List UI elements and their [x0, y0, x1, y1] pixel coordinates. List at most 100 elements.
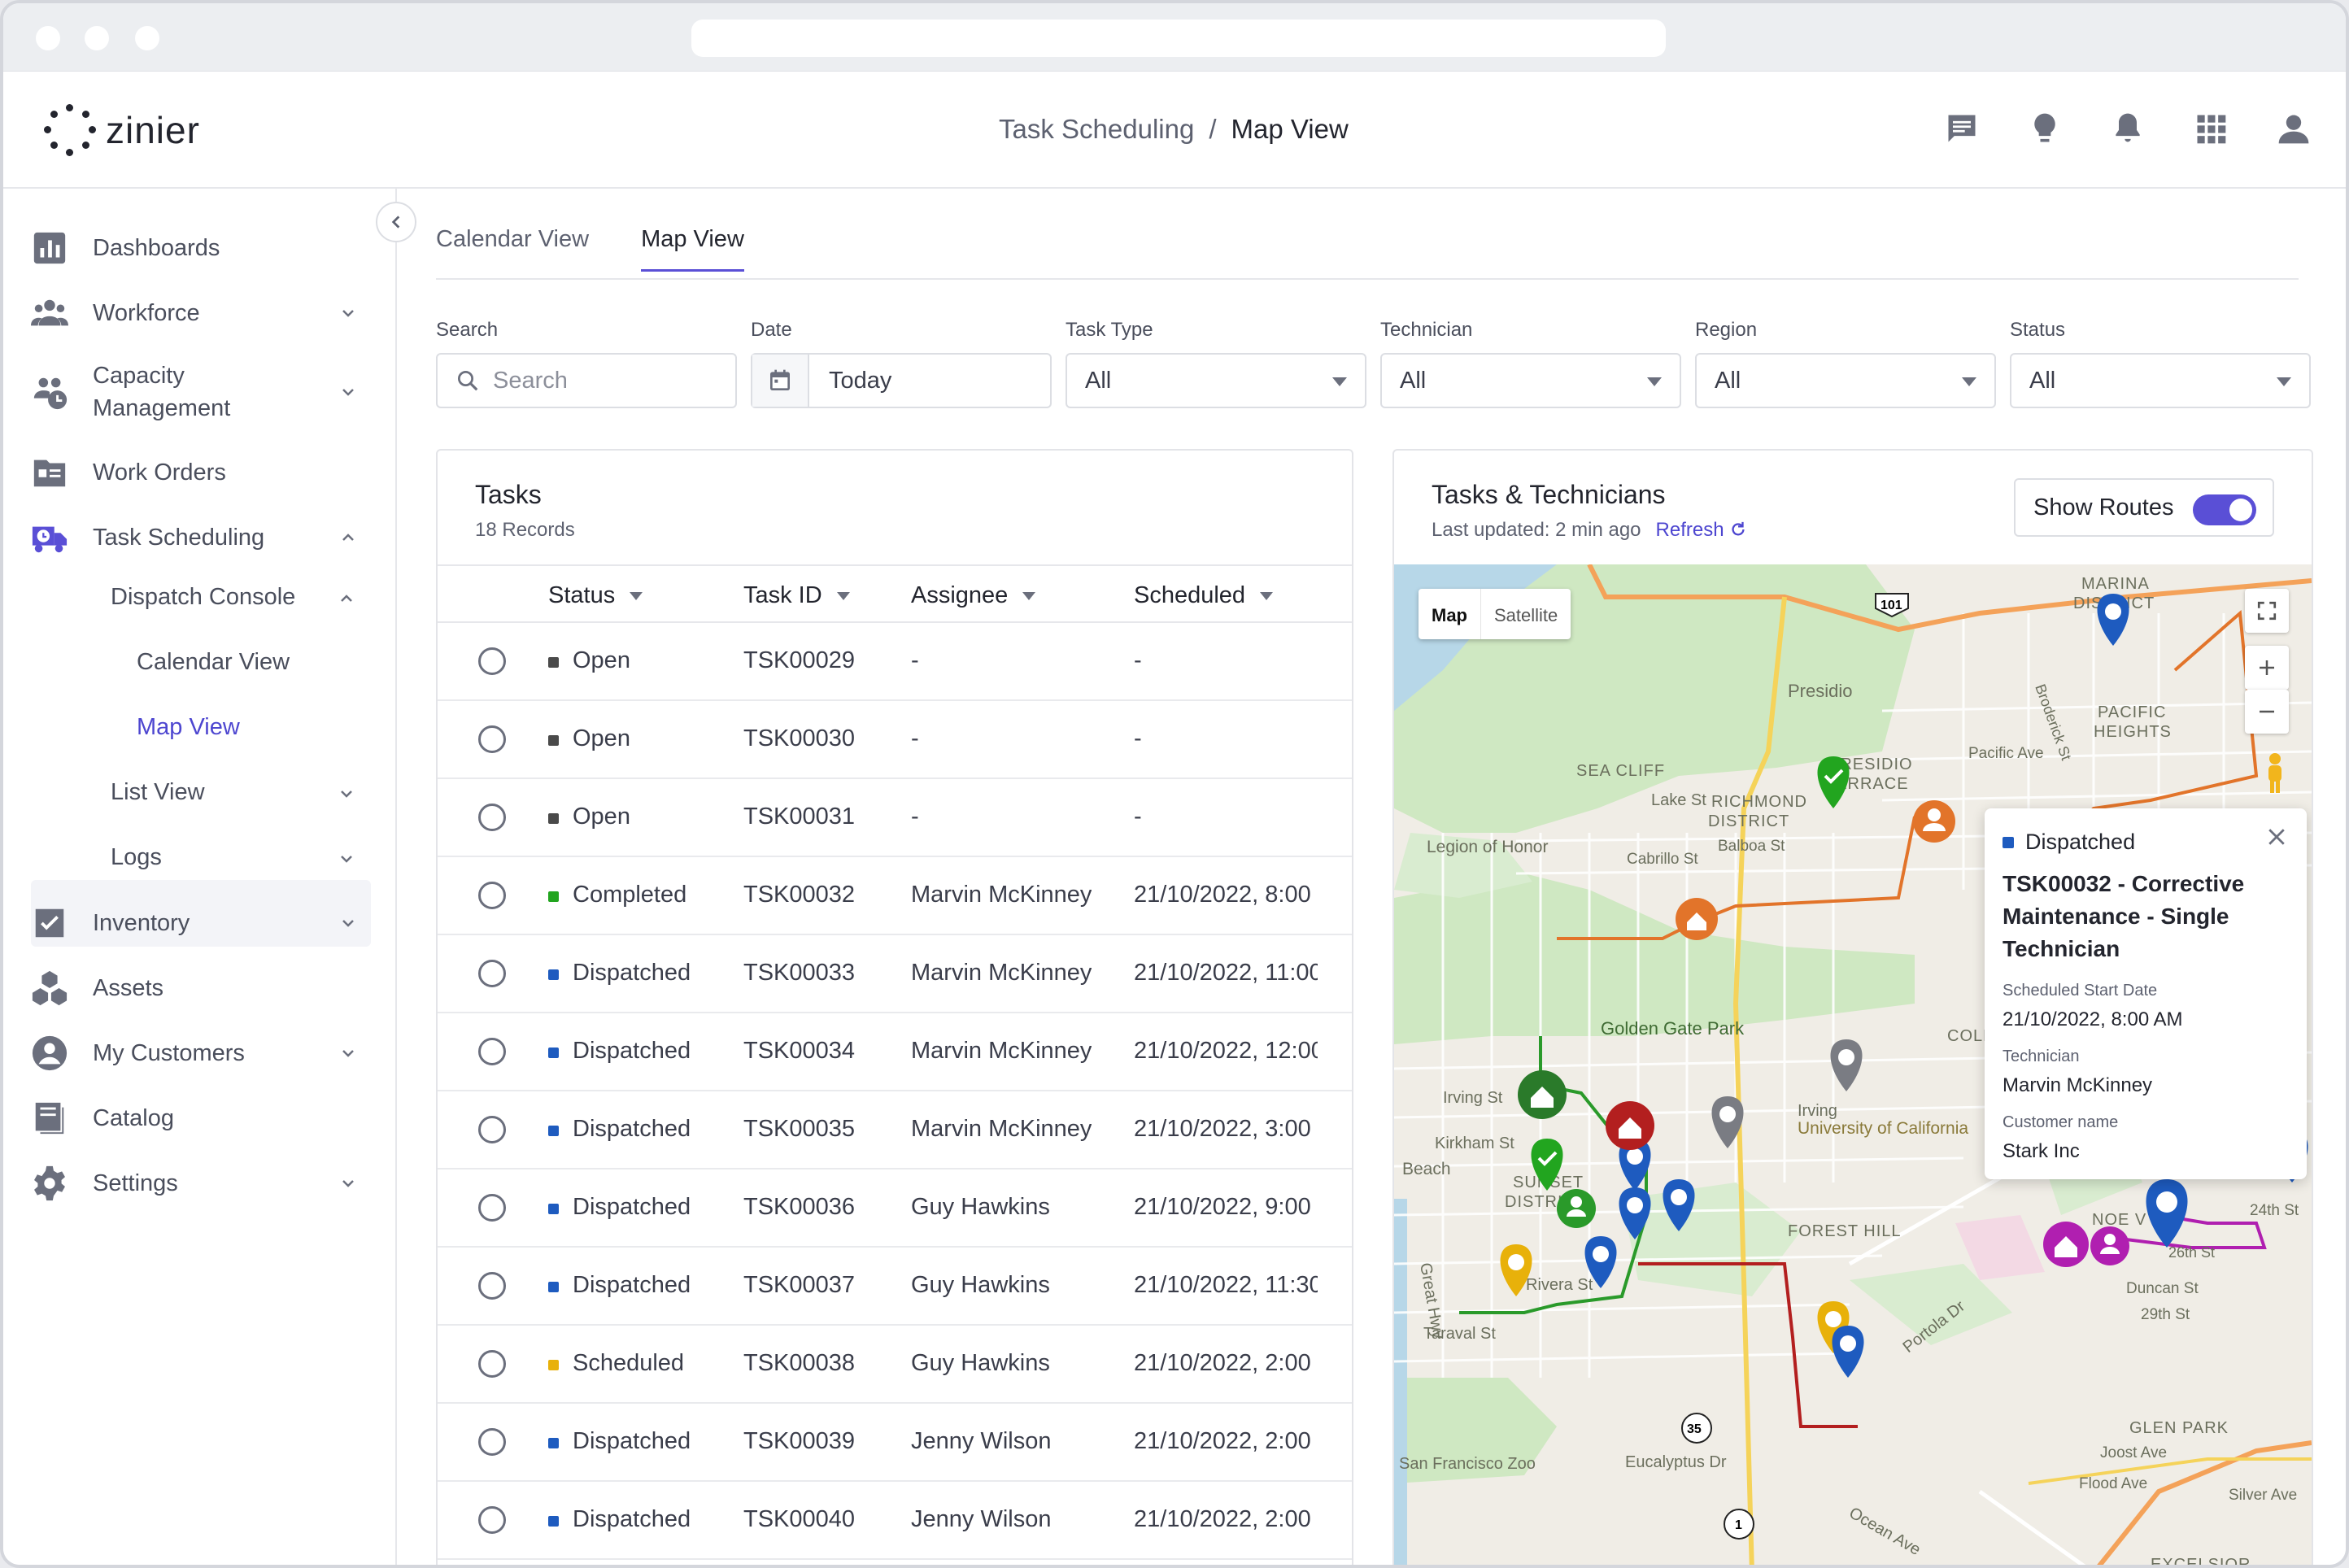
fullscreen-icon — [2257, 601, 2277, 621]
chevron-down-icon[interactable] — [340, 1175, 356, 1191]
chevron-down-icon[interactable] — [340, 1045, 356, 1061]
technician-select[interactable]: All — [1380, 353, 1681, 408]
map-canvas[interactable]: Presidio MARINA DISTRICT PACIFIC HEIGHTS… — [1394, 563, 2312, 1565]
svg-text:Irving St: Irving St — [1443, 1089, 1503, 1107]
row-radio[interactable] — [478, 725, 506, 753]
row-radio[interactable] — [478, 647, 506, 675]
table-row[interactable]: Dispatched TSK00040 Jenny Wilson 21/10/2022… — [438, 1482, 1352, 1560]
zinier-logo[interactable]: zinier — [44, 104, 200, 156]
table-row[interactable]: Open TSK00030 - - — [438, 701, 1352, 779]
table-row[interactable]: Open TSK00029 - - — [438, 623, 1352, 701]
table-row[interactable]: Completed TSK00032 Marvin McKinney 21/10/20… — [438, 857, 1352, 935]
sidebar-item-dispatch-console[interactable]: Dispatch Console — [111, 584, 371, 611]
map-type-map[interactable]: Map — [1419, 589, 1480, 639]
url-bar[interactable] — [691, 20, 1666, 57]
sidebar-item-workforce[interactable]: Workforce — [31, 294, 373, 332]
row-radio[interactable] — [478, 804, 506, 831]
row-radio[interactable] — [478, 882, 506, 909]
row-radio[interactable] — [478, 1194, 506, 1222]
work-orders-icon — [33, 460, 66, 487]
chevron-up-icon[interactable] — [340, 529, 356, 546]
refresh-link[interactable]: Refresh — [1656, 519, 1748, 542]
status-dot — [548, 891, 559, 902]
sidebar-item-assets[interactable]: Assets — [31, 969, 373, 1007]
chat-icon[interactable] — [1944, 111, 1980, 146]
window-dot[interactable] — [85, 26, 109, 50]
column-header-assignee[interactable]: Assignee — [911, 582, 1036, 609]
date-picker[interactable]: Today — [751, 353, 1052, 408]
fullscreen-button[interactable] — [2245, 589, 2289, 633]
row-radio[interactable] — [478, 1506, 506, 1534]
window-dot[interactable] — [135, 26, 159, 50]
pegman-icon[interactable] — [2263, 751, 2287, 795]
table-row[interactable]: Scheduled TSK00038 Guy Hawkins 21/10/2022, … — [438, 1326, 1352, 1404]
sidebar-item-calendar-view[interactable]: Calendar View — [137, 649, 290, 676]
sidebar-item-capacity-management[interactable]: Capacity Management — [31, 359, 373, 425]
user-icon[interactable] — [2276, 111, 2312, 146]
row-radio[interactable] — [478, 1350, 506, 1378]
sidebar-item-list-view[interactable]: List View — [111, 779, 371, 806]
sidebar-item-my-customers[interactable]: My Customers — [31, 1034, 373, 1072]
svg-text:Duncan St: Duncan St — [2126, 1280, 2199, 1297]
table-row[interactable]: Dispatched TSK00035 Marvin McKinney 21/10/2… — [438, 1091, 1352, 1169]
sidebar-item-catalog[interactable]: Catalog — [31, 1100, 373, 1137]
table-row[interactable]: Dispatched TSK00033 Marvin McKinney 21/10/2… — [438, 935, 1352, 1013]
chevron-down-icon[interactable] — [340, 384, 356, 400]
sidebar-item-map-view[interactable]: Map View — [137, 714, 240, 741]
chevron-down-icon[interactable] — [340, 305, 356, 321]
show-routes-toggle[interactable]: Show Routes — [2014, 478, 2274, 537]
zoom-out-button[interactable] — [2245, 690, 2289, 734]
row-radio[interactable] — [478, 1116, 506, 1143]
row-radio[interactable] — [478, 1038, 506, 1065]
toggle-switch[interactable] — [2193, 494, 2256, 525]
caret-down-icon — [1332, 377, 1347, 386]
svg-text:35: 35 — [1687, 1422, 1702, 1436]
chevron-down-icon[interactable] — [338, 786, 355, 802]
cell-status: Scheduled — [573, 1350, 685, 1376]
table-row[interactable]: Dispatched TSK00037 Guy Hawkins 21/10/2022,… — [438, 1248, 1352, 1326]
row-radio[interactable] — [478, 960, 506, 987]
sidebar-item-task-scheduling[interactable]: Task Scheduling — [31, 519, 373, 556]
sidebar-item-work-orders[interactable]: Work Orders — [31, 454, 373, 491]
popup-status: Dispatched — [2003, 830, 2289, 855]
status-dot — [548, 1204, 559, 1214]
tab-divider — [436, 278, 2299, 280]
close-icon[interactable] — [2264, 825, 2289, 849]
table-row[interactable]: Dispatched TSK00036 Guy Hawkins 21/10/2022,… — [438, 1169, 1352, 1248]
sidebar-item-inventory[interactable]: Inventory — [31, 904, 373, 942]
bulb-icon[interactable] — [2027, 111, 2063, 146]
map-type-satellite[interactable]: Satellite — [1480, 589, 1571, 639]
date-picker-button[interactable] — [752, 355, 809, 407]
chevron-up-icon[interactable] — [338, 590, 355, 607]
sidebar-item-settings[interactable]: Settings — [31, 1165, 373, 1202]
table-row[interactable]: Dispatched TSK00039 Jenny Wilson 21/10/2022… — [438, 1404, 1352, 1482]
table-row[interactable]: Open TSK00031 - - — [438, 779, 1352, 857]
svg-text:Flood Ave: Flood Ave — [2079, 1475, 2147, 1492]
row-radio[interactable] — [478, 1428, 506, 1456]
search-input[interactable]: Search — [436, 353, 737, 408]
row-radio[interactable] — [478, 1272, 506, 1300]
column-header-status[interactable]: Status — [548, 582, 643, 609]
chevron-down-icon[interactable] — [340, 915, 356, 931]
region-select[interactable]: All — [1695, 353, 1996, 408]
breadcrumb-parent[interactable]: Task Scheduling — [999, 114, 1194, 145]
sidebar-item-logs[interactable]: Logs — [111, 844, 371, 871]
sidebar-collapse-button[interactable] — [376, 202, 416, 242]
zoom-in-button[interactable] — [2245, 646, 2289, 690]
column-header-scheduled[interactable]: Scheduled — [1134, 582, 1274, 609]
table-row[interactable]: Dispatched TSK00034 Marvin McKinney 21/10/2… — [438, 1013, 1352, 1091]
window-dot[interactable] — [36, 26, 60, 50]
svg-text:29th St: 29th St — [2141, 1306, 2190, 1323]
tab-map-view[interactable]: Map View — [641, 226, 744, 272]
sidebar-item-dashboards[interactable]: Dashboards — [31, 229, 373, 267]
task-type-select[interactable]: All — [1066, 353, 1366, 408]
column-header-task-id[interactable]: Task ID — [743, 582, 850, 609]
bell-icon[interactable] — [2110, 111, 2146, 146]
svg-text:Pacific Ave: Pacific Ave — [1968, 745, 2044, 762]
apps-grid-icon[interactable] — [2193, 111, 2229, 146]
tab-calendar-view[interactable]: Calendar View — [436, 226, 589, 272]
sort-caret-icon — [1022, 591, 1036, 600]
chevron-down-icon[interactable] — [338, 851, 355, 867]
svg-text:101: 101 — [1881, 599, 1902, 612]
status-select[interactable]: All — [2010, 353, 2311, 408]
